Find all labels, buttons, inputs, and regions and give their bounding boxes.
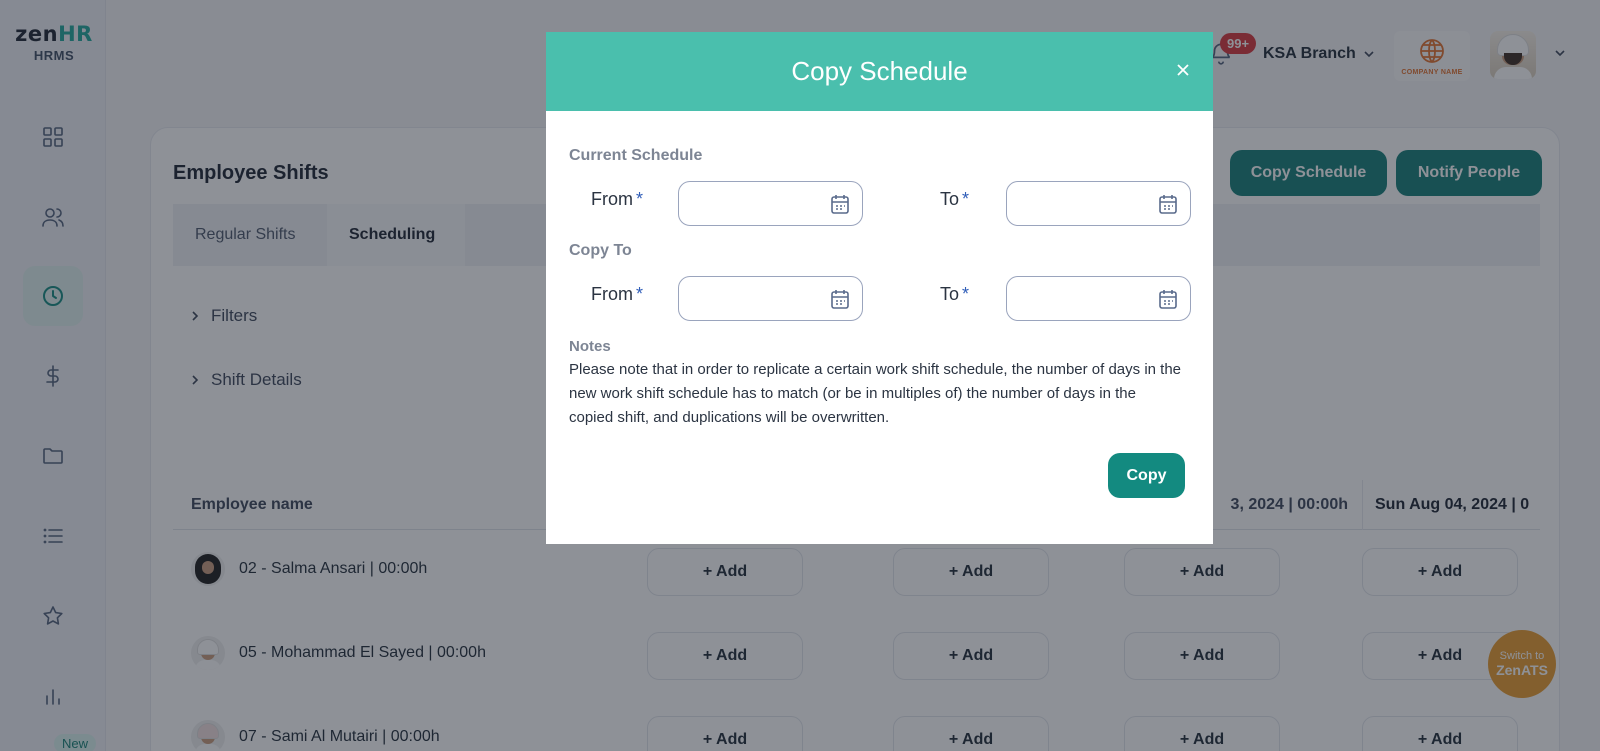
copy-to-date-input[interactable] bbox=[1006, 276, 1191, 321]
copy-from-date-input[interactable] bbox=[678, 276, 863, 321]
copy-from-label: From * bbox=[591, 284, 644, 304]
calendar-icon[interactable] bbox=[830, 193, 850, 215]
current-to-date-input[interactable] bbox=[1006, 181, 1191, 226]
notes-label: Notes bbox=[569, 338, 611, 355]
copy-schedule-modal: Copy Schedule Current Schedule From * To *… bbox=[546, 32, 1213, 544]
current-from-label: From * bbox=[591, 189, 644, 209]
current-to-label: To * bbox=[940, 189, 970, 209]
copy-button[interactable]: Copy bbox=[1108, 453, 1185, 498]
copy-to-to-label: To * bbox=[940, 284, 970, 304]
modal-header: Copy Schedule bbox=[546, 32, 1213, 111]
notes-text: Please note that in order to replicate a… bbox=[569, 361, 1182, 426]
modal-title: Copy Schedule bbox=[791, 56, 968, 86]
current-schedule-label: Current Schedule bbox=[569, 147, 703, 164]
calendar-icon[interactable] bbox=[1158, 193, 1178, 215]
current-from-date-input[interactable] bbox=[678, 181, 863, 226]
close-icon[interactable] bbox=[1175, 62, 1191, 78]
calendar-icon[interactable] bbox=[830, 288, 850, 310]
copy-to-label: Copy To bbox=[569, 242, 632, 259]
calendar-icon[interactable] bbox=[1158, 288, 1178, 310]
